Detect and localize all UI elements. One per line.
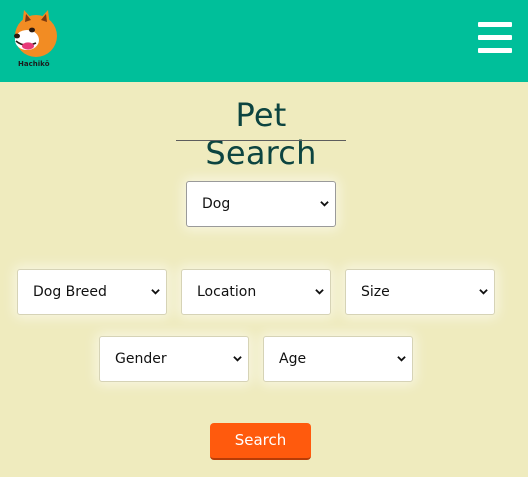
location-value: Location [197,284,257,300]
menu-bar-middle [478,35,512,40]
chevron-down-icon [320,201,329,207]
logo-text: Hachikō [18,60,50,68]
location-select[interactable]: Location [181,269,331,315]
menu-bar-top [478,22,512,27]
title-underline [176,140,346,141]
pet-type-value: Dog [202,196,231,212]
chevron-down-icon [479,289,488,295]
hamburger-menu-icon[interactable] [478,22,512,54]
pet-type-select[interactable]: Dog [186,181,336,227]
age-select[interactable]: Age [263,336,413,382]
size-select[interactable]: Size [345,269,495,315]
gender-value: Gender [115,351,167,367]
breed-select[interactable]: Dog Breed [17,269,167,315]
age-value: Age [279,351,307,367]
search-button[interactable]: Search [210,423,311,460]
chevron-down-icon [151,289,160,295]
hachiko-logo[interactable]: Hachikō [10,8,62,68]
chevron-down-icon [397,356,406,362]
chevron-down-icon [233,356,242,362]
size-value: Size [361,284,390,300]
app-header: Hachikō [0,0,528,82]
gender-select[interactable]: Gender [99,336,249,382]
menu-bar-bottom [478,48,512,53]
shiba-dog-icon [14,10,57,57]
chevron-down-icon [315,289,324,295]
breed-value: Dog Breed [33,284,107,300]
page-title: Pet Search [205,96,317,172]
